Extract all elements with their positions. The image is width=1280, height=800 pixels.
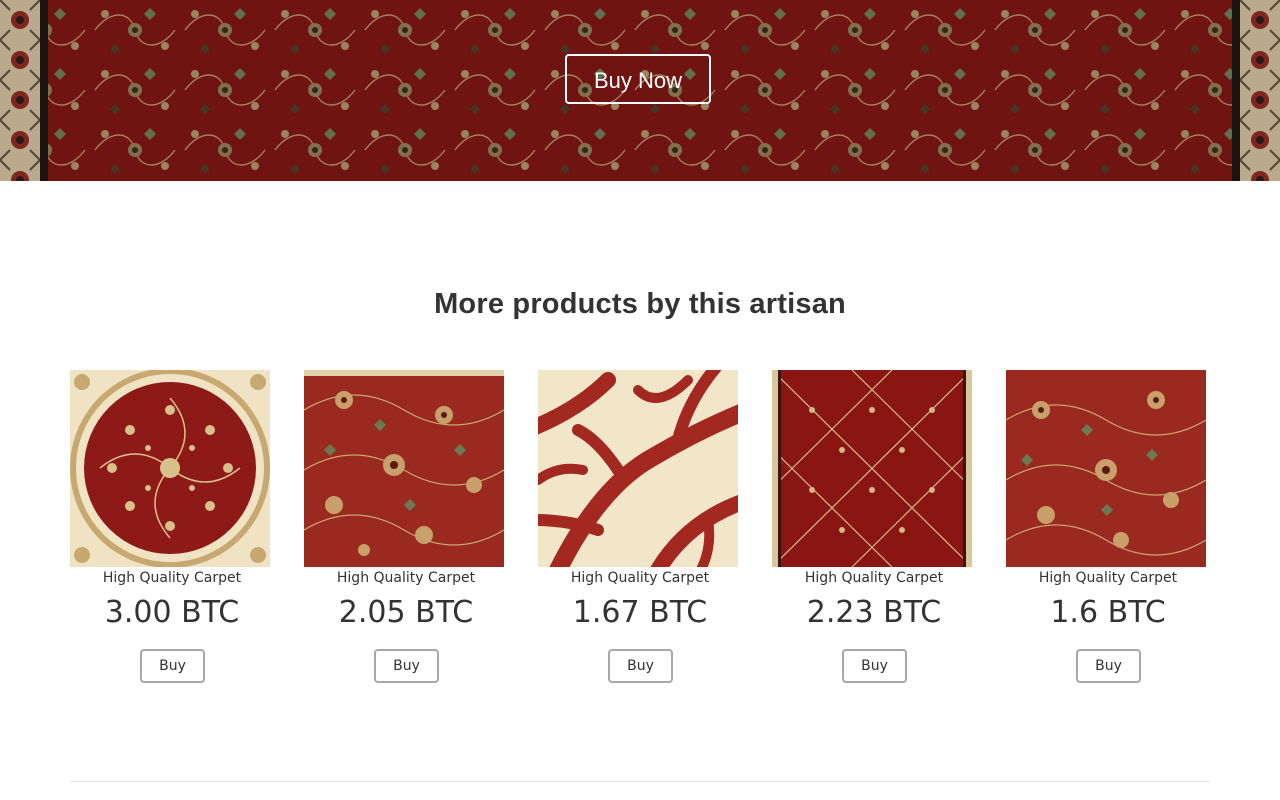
product-name: High Quality Carpet [570,570,710,586]
product-card: High Quality Carpet 3.00 BTC Buy [70,370,274,690]
product-name: High Quality Carpet [804,570,944,586]
product-name: High Quality Carpet [102,570,242,586]
buy-button[interactable]: Buy [1076,649,1141,683]
carpet-floral-image [304,370,504,567]
product-price: 1.67 BTC [572,595,708,630]
product-card: High Quality Carpet 2.23 BTC Buy [772,370,976,690]
product-price: 2.23 BTC [806,595,942,630]
product-price: 1.6 BTC [1050,595,1166,630]
carpet-round-medallion-image [70,370,270,567]
carpet-diamond-lattice-image [772,370,972,567]
product-grid: High Quality Carpet 3.00 BTC Buy High Qu… [0,0,1280,800]
product-card: High Quality Carpet 1.6 BTC Buy [1006,370,1210,690]
product-name: High Quality Carpet [1038,570,1178,586]
product-image[interactable] [70,370,270,567]
product-image[interactable] [772,370,972,567]
product-price: 3.00 BTC [104,595,240,630]
product-image[interactable] [1006,370,1206,567]
product-card: High Quality Carpet 2.05 BTC Buy [304,370,508,690]
carpet-coral-image [538,370,738,567]
buy-button[interactable]: Buy [842,649,907,683]
buy-button[interactable]: Buy [374,649,439,683]
product-price: 2.05 BTC [338,595,474,630]
product-image[interactable] [304,370,504,567]
carpet-floral-image [1006,370,1206,567]
buy-button[interactable]: Buy [140,649,205,683]
footer-divider [70,781,1210,782]
buy-button[interactable]: Buy [608,649,673,683]
product-card: High Quality Carpet 1.67 BTC Buy [538,370,742,690]
product-image[interactable] [538,370,738,567]
product-name: High Quality Carpet [336,570,476,586]
